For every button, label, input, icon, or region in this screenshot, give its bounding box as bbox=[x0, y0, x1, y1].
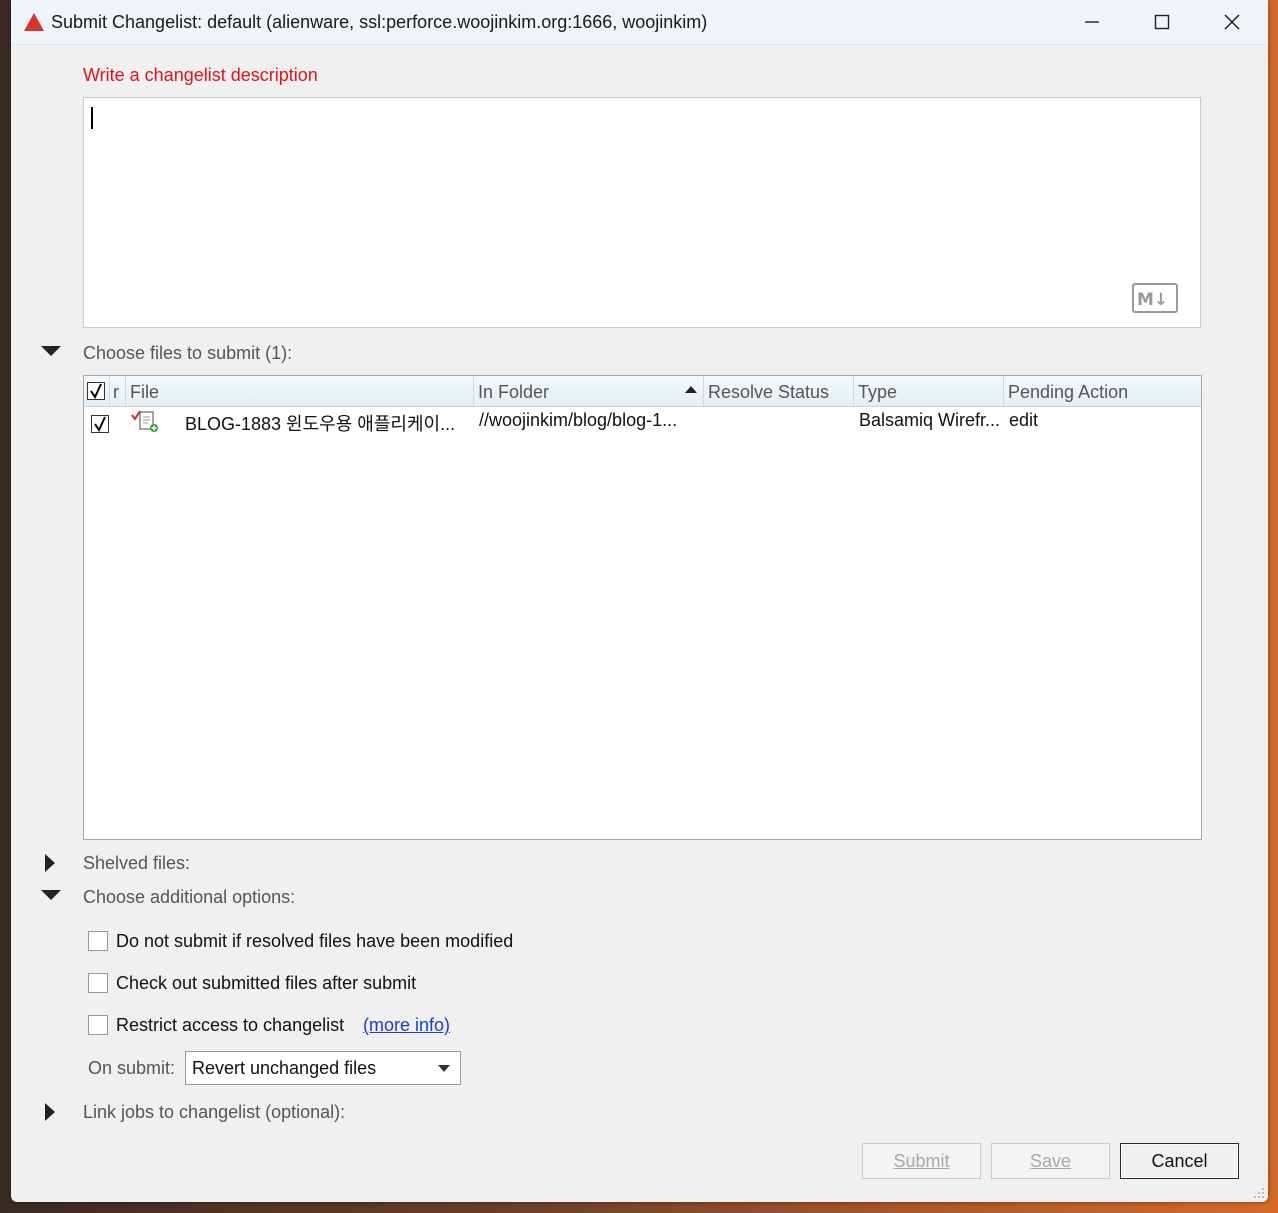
file-row-checkbox[interactable] bbox=[91, 415, 109, 433]
checkout-after-submit-checkbox[interactable] bbox=[88, 973, 108, 993]
maximize-button[interactable] bbox=[1128, 0, 1196, 44]
shelved-section-label: Shelved files: bbox=[83, 853, 191, 873]
files-table-header: r File In Folder Resolve Status Type Pen… bbox=[84, 376, 1201, 407]
column-header-file[interactable]: File bbox=[126, 376, 474, 406]
title-bar[interactable]: Submit Changelist: default (alienware, s… bbox=[11, 0, 1268, 45]
select-all-checkbox[interactable] bbox=[87, 382, 105, 400]
column-header-in-folder[interactable]: In Folder bbox=[474, 376, 704, 406]
maximize-icon bbox=[1154, 14, 1170, 30]
column-header-r[interactable]: r bbox=[110, 376, 126, 406]
dont-submit-modified-label[interactable]: Do not submit if resolved files have bee… bbox=[116, 931, 513, 952]
sort-ascending-icon bbox=[685, 386, 697, 393]
description-textarea[interactable]: M↓ bbox=[83, 97, 1201, 328]
dont-submit-modified-checkbox[interactable] bbox=[88, 931, 108, 951]
expand-triangle-icon[interactable] bbox=[45, 854, 57, 872]
resize-grip-icon[interactable] bbox=[1251, 1185, 1265, 1199]
pending-action-cell: edit bbox=[1009, 410, 1039, 430]
in-folder-cell: //woojinkim/blog/blog-1... bbox=[479, 410, 678, 430]
column-header-resolve-status[interactable]: Resolve Status bbox=[704, 376, 854, 406]
file-edit-icon bbox=[131, 410, 158, 432]
chevron-down-icon bbox=[438, 1065, 450, 1072]
window-title: Submit Changelist: default (alienware, s… bbox=[51, 12, 708, 32]
options-section-label: Choose additional options: bbox=[83, 887, 296, 907]
on-submit-value: Revert unchanged files bbox=[192, 1058, 377, 1078]
more-info-link[interactable]: (more info) bbox=[363, 1015, 450, 1036]
restrict-access-label[interactable]: Restrict access to changelist bbox=[116, 1015, 344, 1036]
type-cell: Balsamiq Wirefr... bbox=[859, 410, 1001, 430]
collapse-triangle-icon[interactable] bbox=[41, 346, 61, 358]
expand-triangle-icon[interactable] bbox=[45, 1103, 57, 1121]
checkmark-icon bbox=[90, 383, 102, 399]
submit-button[interactable]: Submit bbox=[862, 1143, 981, 1179]
column-header-type[interactable]: Type bbox=[854, 376, 1004, 406]
minimize-icon bbox=[1085, 21, 1099, 23]
column-header-pending-action[interactable]: Pending Action bbox=[1004, 376, 1201, 406]
cancel-button[interactable]: Cancel bbox=[1120, 1143, 1239, 1179]
description-hint: Write a changelist description bbox=[83, 65, 318, 85]
column-header-in-folder-label: In Folder bbox=[478, 382, 550, 402]
column-header-check[interactable] bbox=[84, 376, 110, 406]
checkout-after-submit-label[interactable]: Check out submitted files after submit bbox=[116, 973, 416, 994]
collapse-triangle-icon[interactable] bbox=[41, 890, 61, 902]
save-button[interactable]: Save bbox=[991, 1143, 1110, 1179]
file-name-cell: BLOG-1883 윈도우용 애플리케이... bbox=[185, 414, 456, 434]
close-button[interactable] bbox=[1198, 0, 1266, 44]
files-section-label: Choose files to submit (1): bbox=[83, 343, 293, 363]
minimize-button[interactable] bbox=[1058, 0, 1126, 44]
checkmark-icon bbox=[94, 416, 106, 432]
on-submit-select[interactable]: Revert unchanged files bbox=[185, 1051, 461, 1085]
submit-changelist-dialog: Submit Changelist: default (alienware, s… bbox=[11, 0, 1268, 1202]
jobs-section-label: Link jobs to changelist (optional): bbox=[83, 1102, 346, 1122]
markdown-badge-text: M↓ bbox=[1137, 290, 1168, 310]
on-submit-label: On submit: bbox=[88, 1058, 176, 1078]
text-caret bbox=[91, 107, 93, 129]
markdown-icon[interactable]: M↓ bbox=[1132, 283, 1178, 313]
close-icon bbox=[1224, 14, 1240, 30]
files-table[interactable]: r File In Folder Resolve Status Type Pen… bbox=[83, 375, 1202, 840]
perforce-warning-icon bbox=[24, 13, 44, 31]
restrict-access-checkbox[interactable] bbox=[88, 1015, 108, 1035]
